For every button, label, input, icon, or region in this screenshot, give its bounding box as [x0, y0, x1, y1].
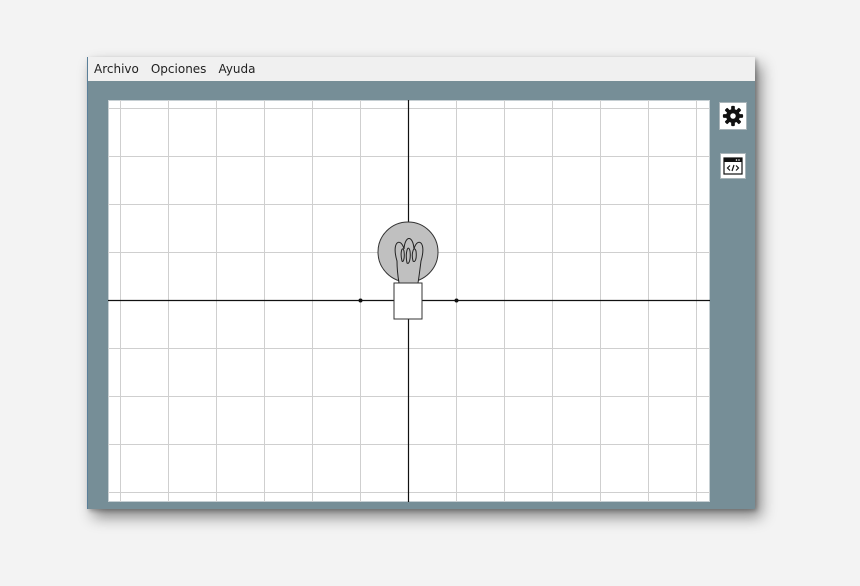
gear-icon	[722, 105, 744, 127]
menu-archivo[interactable]: Archivo	[88, 57, 145, 81]
menu-ayuda[interactable]: Ayuda	[212, 57, 261, 81]
menu-bar: Archivo Opciones Ayuda	[88, 57, 755, 81]
menu-opciones[interactable]: Opciones	[145, 57, 213, 81]
code-view-button[interactable]	[720, 153, 746, 179]
light-bulb-icon[interactable]	[377, 221, 441, 321]
settings-button[interactable]	[719, 102, 747, 130]
app-window: Archivo Opciones Ayuda	[87, 57, 755, 509]
drawing-canvas[interactable]	[108, 100, 710, 502]
code-window-icon	[723, 157, 743, 175]
